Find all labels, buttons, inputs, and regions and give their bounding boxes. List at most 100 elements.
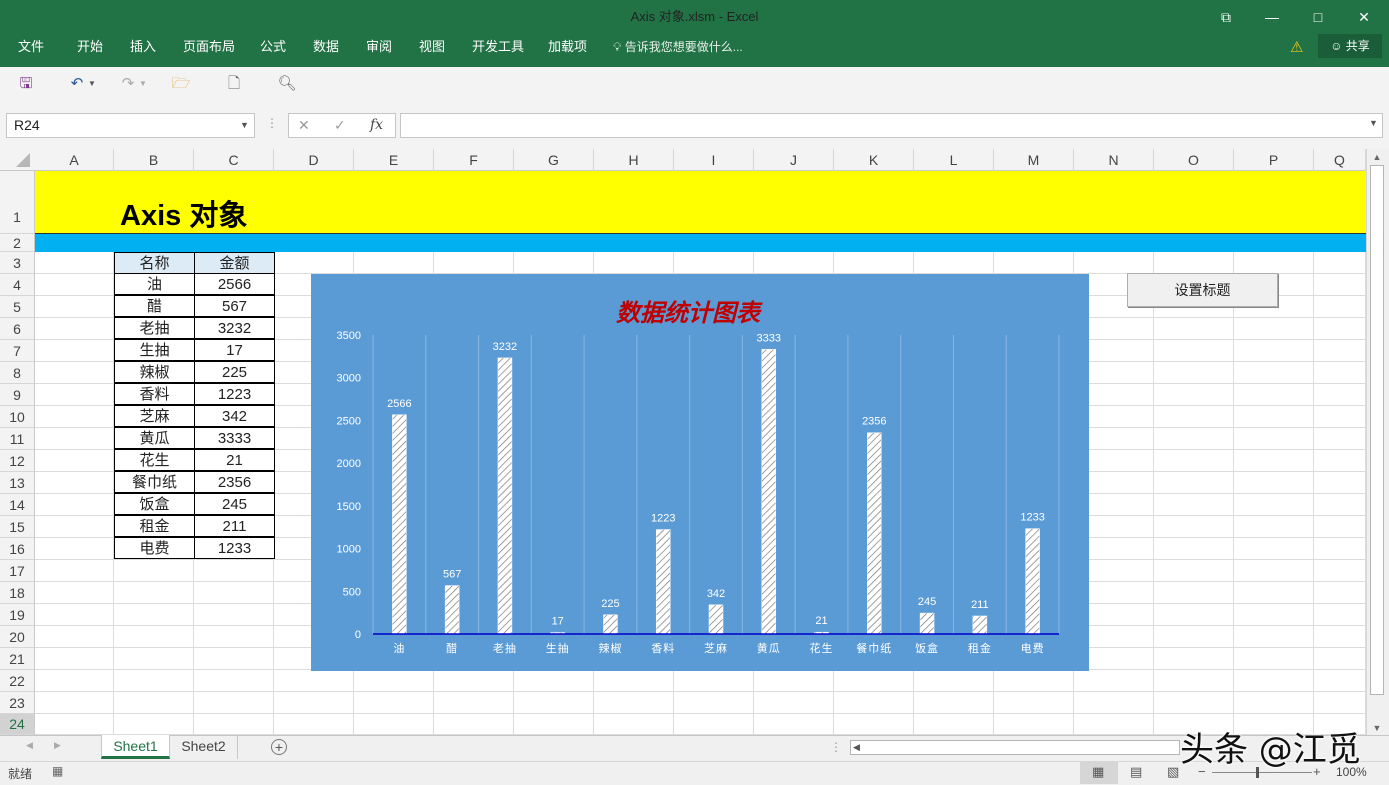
row-header[interactable]: 24 bbox=[0, 714, 34, 735]
horizontal-scrollbar[interactable] bbox=[850, 740, 1180, 755]
row-header[interactable]: 18 bbox=[0, 582, 34, 604]
minimize-icon[interactable]: — bbox=[1249, 0, 1295, 34]
table-cell[interactable]: 1223 bbox=[194, 383, 275, 405]
chart-bar[interactable] bbox=[392, 414, 407, 635]
restore-icon[interactable]: ⧉ bbox=[1203, 0, 1249, 34]
column-header[interactable]: P bbox=[1234, 149, 1314, 171]
table-cell[interactable]: 辣椒 bbox=[114, 361, 195, 383]
row-header[interactable]: 4 bbox=[0, 274, 34, 296]
table-cell[interactable]: 211 bbox=[194, 515, 275, 537]
set-title-button[interactable]: 设置标题 bbox=[1127, 273, 1278, 307]
table-cell[interactable]: 245 bbox=[194, 493, 275, 515]
table-cell[interactable]: 生抽 bbox=[114, 339, 195, 361]
zoom-slider[interactable] bbox=[1212, 772, 1312, 773]
column-header[interactable]: D bbox=[274, 149, 354, 171]
insert-function-icon[interactable]: fx bbox=[370, 113, 383, 138]
chart-bar[interactable] bbox=[497, 357, 513, 635]
open-folder-icon[interactable]: 🗁︎ bbox=[168, 72, 194, 96]
column-header[interactable]: N bbox=[1074, 149, 1154, 171]
tab-split-handle-icon[interactable]: ⋮ bbox=[830, 740, 842, 754]
column-header[interactable]: G bbox=[514, 149, 594, 171]
row-header[interactable]: 7 bbox=[0, 340, 34, 362]
name-box[interactable]: R24 bbox=[6, 113, 255, 138]
row-header[interactable]: 15 bbox=[0, 516, 34, 538]
table-cell[interactable]: 2356 bbox=[194, 471, 275, 493]
chart-bar[interactable] bbox=[655, 529, 671, 635]
row-header[interactable]: 21 bbox=[0, 648, 34, 670]
tab-data[interactable]: 数据 bbox=[313, 34, 339, 60]
table-cell[interactable]: 21 bbox=[194, 449, 275, 471]
print-preview-icon[interactable]: 🔍︎ bbox=[274, 72, 300, 96]
tab-home[interactable]: 开始 bbox=[77, 34, 103, 60]
row-header[interactable]: 10 bbox=[0, 406, 34, 428]
maximize-icon[interactable]: □ bbox=[1295, 0, 1341, 34]
row-header[interactable]: 5 bbox=[0, 296, 34, 318]
prev-sheet-icon[interactable]: ◀ bbox=[26, 740, 33, 751]
new-document-icon[interactable]: 🗋︎ bbox=[221, 72, 247, 96]
column-header[interactable]: E bbox=[354, 149, 434, 171]
expand-formula-icon[interactable]: ▼ bbox=[1369, 118, 1378, 128]
cancel-icon[interactable]: ✕ bbox=[298, 113, 310, 138]
table-cell[interactable]: 电费 bbox=[114, 537, 195, 559]
tab-addins[interactable]: 加载项 bbox=[548, 34, 587, 60]
enter-icon[interactable]: ✓ bbox=[334, 113, 346, 138]
tab-file[interactable]: 文件 bbox=[18, 34, 44, 60]
sheet-tab-sheet1[interactable]: Sheet1 bbox=[101, 735, 170, 759]
table-cell[interactable]: 567 bbox=[194, 295, 275, 317]
row-header[interactable]: 12 bbox=[0, 450, 34, 472]
share-button[interactable]: ☺ 共享 bbox=[1318, 34, 1382, 58]
column-header[interactable]: C bbox=[194, 149, 274, 171]
scroll-up-icon[interactable]: ▲ bbox=[1370, 152, 1384, 162]
table-header-cell[interactable]: 名称 bbox=[114, 252, 195, 274]
chart-bar[interactable] bbox=[708, 604, 724, 635]
tab-insert[interactable]: 插入 bbox=[130, 34, 156, 60]
save-icon[interactable]: 🖫︎ bbox=[13, 72, 39, 96]
table-cell[interactable]: 租金 bbox=[114, 515, 195, 537]
table-cell[interactable]: 老抽 bbox=[114, 317, 195, 339]
column-header[interactable]: J bbox=[754, 149, 834, 171]
undo-dropdown-icon[interactable]: ▼ bbox=[86, 72, 98, 96]
table-cell[interactable]: 3333 bbox=[194, 427, 275, 449]
formula-input[interactable] bbox=[400, 113, 1383, 138]
tab-developer[interactable]: 开发工具 bbox=[472, 34, 524, 60]
row-header[interactable]: 8 bbox=[0, 362, 34, 384]
column-header[interactable]: Q bbox=[1314, 149, 1366, 171]
row-header[interactable]: 19 bbox=[0, 604, 34, 626]
table-cell[interactable]: 芝麻 bbox=[114, 405, 195, 427]
column-header[interactable]: B bbox=[114, 149, 194, 171]
column-header[interactable]: O bbox=[1154, 149, 1234, 171]
row-header[interactable]: 1 bbox=[0, 171, 34, 234]
table-cell[interactable]: 2566 bbox=[194, 273, 275, 295]
chart-bar[interactable] bbox=[867, 432, 882, 635]
table-cell[interactable]: 17 bbox=[194, 339, 275, 361]
row-header[interactable]: 17 bbox=[0, 560, 34, 582]
column-header[interactable]: F bbox=[434, 149, 514, 171]
row-header[interactable]: 13 bbox=[0, 472, 34, 494]
tab-formulas[interactable]: 公式 bbox=[260, 34, 286, 60]
warning-icon[interactable]: ⚠ bbox=[1290, 38, 1303, 56]
column-header[interactable]: L bbox=[914, 149, 994, 171]
row-header[interactable]: 23 bbox=[0, 692, 34, 714]
page-layout-view-icon[interactable]: ▤ bbox=[1130, 764, 1142, 780]
next-sheet-icon[interactable]: ▶ bbox=[54, 740, 61, 751]
row-header[interactable]: 6 bbox=[0, 318, 34, 340]
vertical-scroll-thumb[interactable] bbox=[1370, 165, 1384, 695]
row-header[interactable]: 9 bbox=[0, 384, 34, 406]
scroll-left-icon[interactable]: ◀ bbox=[853, 742, 860, 753]
bar-chart[interactable]: 数据统计图表 2566 567 3232 17 225 1223 342 3333 21 2356… bbox=[311, 274, 1089, 671]
page-break-view-icon[interactable]: ▧ bbox=[1167, 764, 1179, 780]
table-cell[interactable]: 醋 bbox=[114, 295, 195, 317]
table-cell[interactable]: 1233 bbox=[194, 537, 275, 559]
row-header[interactable]: 3 bbox=[0, 252, 34, 274]
chart-bar[interactable] bbox=[919, 612, 935, 635]
column-header[interactable]: M bbox=[994, 149, 1074, 171]
table-cell[interactable]: 342 bbox=[194, 405, 275, 427]
scroll-down-icon[interactable]: ▼ bbox=[1370, 723, 1384, 733]
chart-bar[interactable] bbox=[603, 614, 618, 635]
sheet-tab-sheet2[interactable]: Sheet2 bbox=[170, 735, 238, 759]
redo-dropdown-icon[interactable]: ▼ bbox=[137, 72, 149, 96]
row-header[interactable]: 11 bbox=[0, 428, 34, 450]
table-cell[interactable]: 花生 bbox=[114, 449, 195, 471]
tab-review[interactable]: 审阅 bbox=[366, 34, 392, 60]
table-cell[interactable]: 餐巾纸 bbox=[114, 471, 195, 493]
